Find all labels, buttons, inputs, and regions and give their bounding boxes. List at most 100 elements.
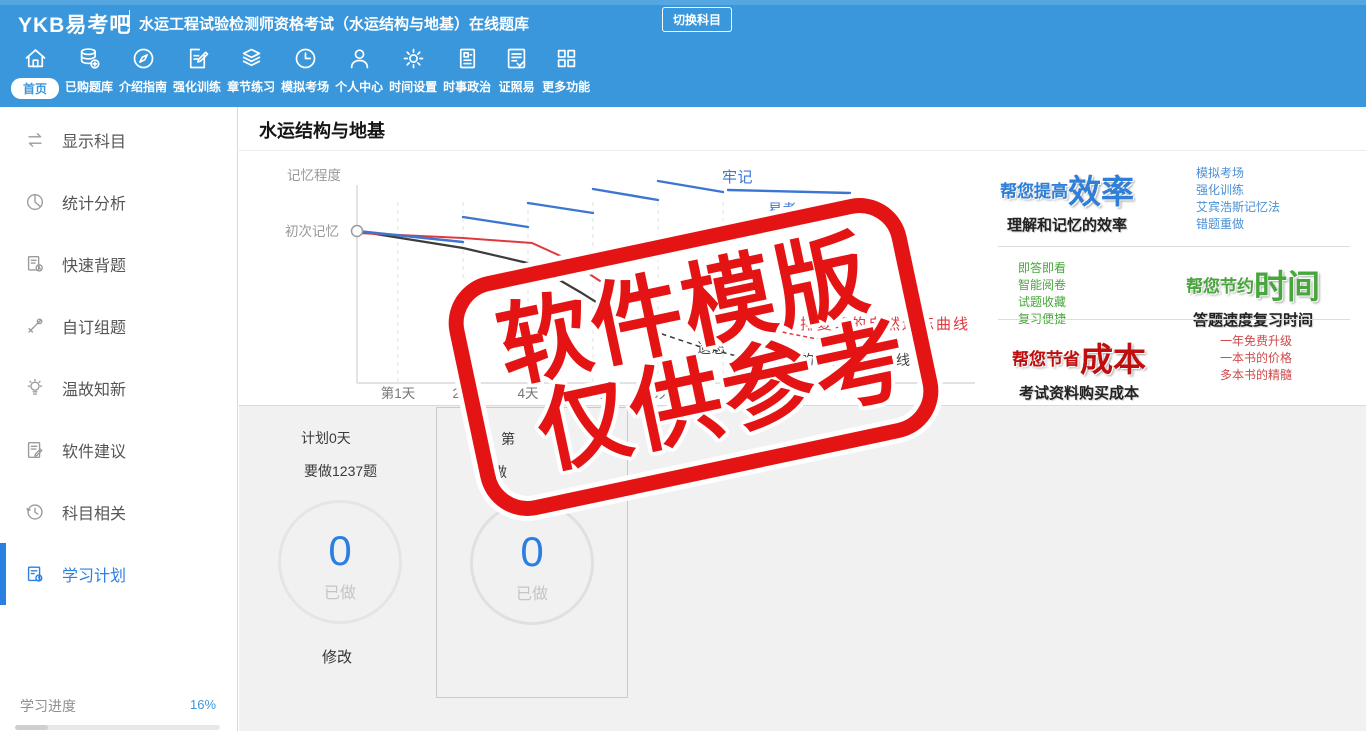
nav-item-label: 模拟考场 (281, 80, 330, 94)
sidebar-item-label: 显示科目 (62, 134, 127, 151)
user-icon (346, 45, 373, 72)
today-plan-card: 第 需做 0 已做 (436, 407, 628, 698)
plan-done-label: 已做 (323, 585, 356, 602)
nav-item-7[interactable]: 个人中心 (332, 45, 386, 95)
promo-feature: 多本书的精髓 (1219, 368, 1292, 382)
today-done-circle: 0 已做 (470, 501, 594, 625)
nav-item-label: 介绍指南 (119, 80, 168, 94)
progress-value: 16% (190, 697, 217, 712)
clock-icon (292, 45, 319, 72)
promo-panel: 帮您提高效率 理解和记忆的效率 模拟考场 强化训练 艾宾浩斯记忆法 错题重做即答即看智能阅… (998, 165, 1358, 402)
promo-feature: 一本书的价格 (1219, 351, 1292, 365)
promo-heading: 帮您提高效率 理解和记忆的效率 (1000, 173, 1134, 234)
title-divider (239, 150, 1366, 151)
sidebar-item-5[interactable]: 温故知新 (0, 357, 237, 419)
pie-icon (24, 191, 46, 213)
nav-item-label: 个人中心 (335, 80, 384, 94)
grid-icon (553, 45, 580, 72)
progress-label: 学习进度 (20, 698, 76, 714)
promo-subheading: 理解和记忆的效率 (1006, 217, 1127, 234)
plan-icon (24, 563, 46, 585)
header: YKB易考吧 水运工程试验检测师资格考试（水运结构与地基）在线题库 切换科目 首… (0, 0, 1366, 107)
promo-feature: 一年免费升级 (1219, 334, 1292, 348)
plan-days-title: 计划0天 (301, 430, 351, 446)
nav-item-9[interactable]: 时事政治 (440, 45, 494, 95)
sidebar-item-1[interactable]: 显示科目 (0, 109, 237, 171)
sidebar-item-8[interactable]: 学习计划 (0, 543, 237, 605)
nav-item-11[interactable]: 更多功能 (539, 45, 593, 95)
promo-feature: 艾宾浩斯记忆法 (1195, 200, 1280, 214)
sidebar-item-label: 快速背题 (62, 258, 127, 275)
sidebar-item-6[interactable]: 软件建议 (0, 419, 237, 481)
nav-item-label: 证照易 (498, 80, 535, 94)
today-required: 需做 (479, 464, 507, 480)
page-title: 水运结构与地基 (259, 121, 385, 141)
sidebar-item-4[interactable]: 自订组题 (0, 295, 237, 357)
sidebar-item-3[interactable]: 快速背题 (0, 233, 237, 295)
news-icon (454, 45, 481, 72)
nav-item-label: 强化训练 (173, 80, 222, 94)
study-plan-section: 计划0天 要做1237题 0 已做 修改 第 需做 0 已做 (239, 405, 1366, 731)
sidebar-item-label: 软件建议 (62, 444, 127, 461)
logo-divider (129, 10, 130, 30)
promo-feature: 错题重做 (1195, 217, 1244, 231)
sidebar-item-label: 自订组题 (62, 320, 127, 337)
promo-divider (998, 319, 1350, 320)
bulb-icon (24, 377, 46, 399)
history-icon (24, 501, 46, 523)
promo-feature: 试题收藏 (1018, 295, 1067, 309)
nav-item-1[interactable]: 首页 (8, 45, 62, 99)
switch-subject-button[interactable]: 切换科目 (662, 7, 733, 32)
progress-bar (15, 725, 220, 730)
plan-done-count: 0 (328, 527, 352, 574)
promo-subheading: 考试资料购买成本 (1018, 385, 1139, 402)
nav-item-label: 时间设置 (389, 80, 438, 94)
promo-feature-list: 一年免费升级 一本书的价格 多本书的精髓 (1220, 333, 1292, 384)
today-done-count: 0 (520, 528, 544, 575)
nav-item-8[interactable]: 时间设置 (386, 45, 440, 95)
plan-total-questions: 要做1237题 (304, 463, 378, 479)
nav-item-10[interactable]: 证照易 (494, 45, 539, 95)
sidebar-items: 显示科目统计分析快速背题自订组题温故知新软件建议科目相关学习计划 (0, 107, 237, 605)
nav-item-4[interactable]: 强化训练 (170, 45, 224, 95)
gear-icon (400, 45, 427, 72)
promo-feature: 模拟考场 (1195, 166, 1244, 180)
promo-feature-list: 模拟考场 强化训练 艾宾浩斯记忆法 错题重做 (1196, 165, 1280, 233)
header-top-strip (0, 0, 1366, 5)
plan-done-circle: 0 已做 (278, 500, 402, 624)
promo-feature: 智能阅卷 (1018, 278, 1067, 292)
sidebar: 显示科目统计分析快速背题自订组题温故知新软件建议科目相关学习计划 学习进度 16… (0, 107, 238, 731)
training-icon (184, 45, 211, 72)
question-bank-icon (76, 45, 103, 72)
nav-item-6[interactable]: 模拟考场 (278, 45, 332, 95)
nav-item-label: 章节练习 (227, 80, 276, 94)
nav-item-5[interactable]: 章节练习 (224, 45, 278, 95)
sidebar-item-label: 科目相关 (62, 506, 127, 523)
app-title: 水运工程试验检测师资格考试（水运结构与地基）在线题库 (139, 16, 530, 33)
promo-row-1: 帮您提高效率 理解和记忆的效率 模拟考场 强化训练 艾宾浩斯记忆法 错题重做 (998, 165, 1358, 235)
promo-feature: 即答即看 (1018, 261, 1067, 275)
sidebar-item-7[interactable]: 科目相关 (0, 481, 237, 543)
today-title: 第 (501, 431, 515, 447)
promo-divider (998, 246, 1350, 247)
sidebar-item-label: 温故知新 (62, 382, 127, 399)
app-logo: YKB易考吧 (18, 14, 132, 37)
sidebar-item-label: 学习计划 (62, 568, 127, 585)
tools-icon (24, 315, 46, 337)
suggest-icon (24, 439, 46, 461)
nav-item-3[interactable]: 介绍指南 (116, 45, 170, 95)
today-done-label: 已做 (515, 586, 548, 603)
progress-bar-fill (15, 725, 48, 730)
promo-heading: 帮您节省成本 考试资料购买成本 (1012, 341, 1146, 402)
main-nav: 首页 已购题库 介绍指南 强化训练 章节练习 模拟考场 个人中心 时间设置 时事政治 证照易 更多功… (8, 45, 593, 99)
home-icon (22, 45, 49, 72)
nav-item-label: 更多功能 (542, 80, 591, 94)
nav-item-2[interactable]: 已购题库 (62, 45, 116, 95)
promo-feature-list: 即答即看 智能阅卷 试题收藏 复习便捷 (1018, 260, 1066, 328)
nav-item-label: 首页 (11, 78, 60, 99)
nav-item-label: 时事政治 (443, 80, 492, 94)
plan-edit-link[interactable]: 修改 (322, 646, 352, 667)
nav-item-label: 已购题库 (65, 80, 114, 94)
sidebar-item-2[interactable]: 统计分析 (0, 171, 237, 233)
app-window: YKB易考吧 水运工程试验检测师资格考试（水运结构与地基）在线题库 切换科目 首… (0, 0, 1366, 731)
